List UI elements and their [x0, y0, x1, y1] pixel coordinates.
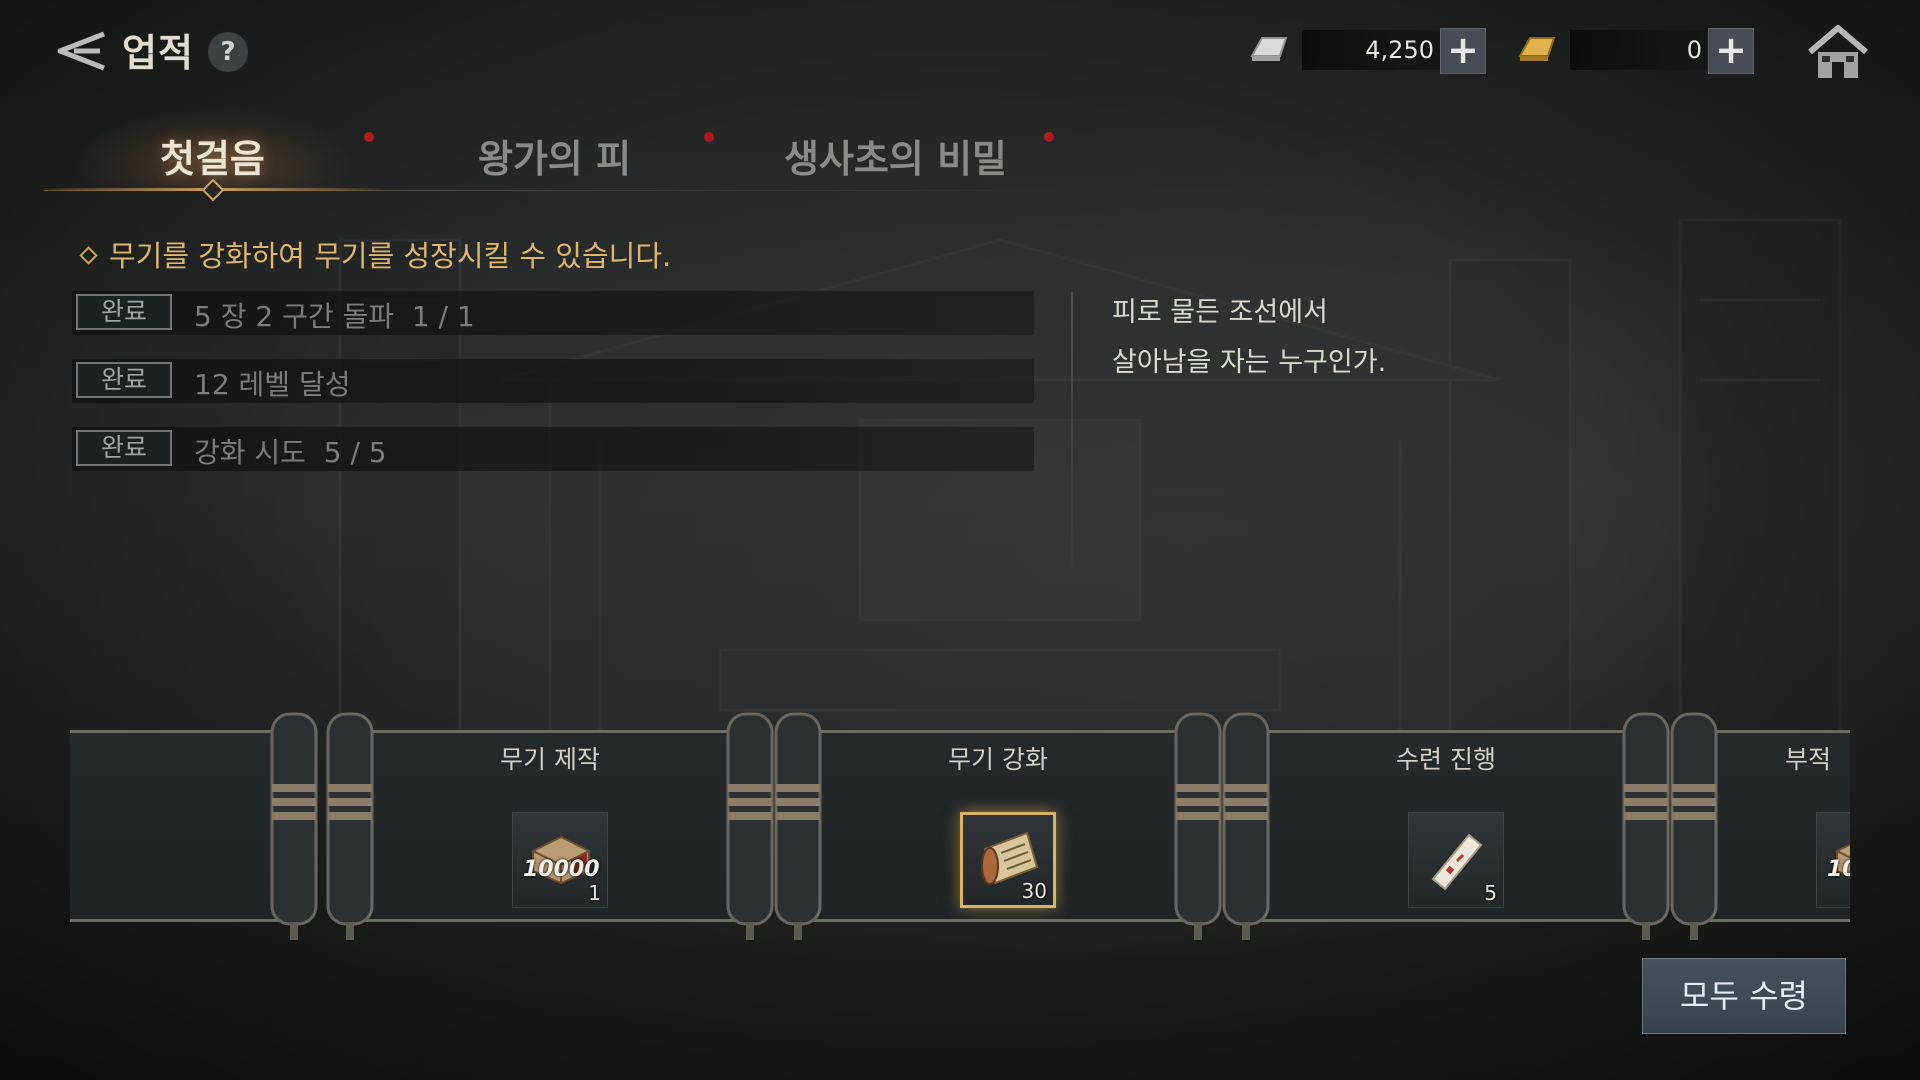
tab-first-steps[interactable]: 첫걸음 — [160, 128, 265, 183]
reward-card[interactable]: 수련 진행 5 — [1222, 700, 1670, 950]
reward-card-title: 무기 제작 — [500, 745, 600, 774]
reward-strip: 진행 5 무기 제작 10000 1 무기 강화 — [70, 700, 1850, 950]
story-line: 살아남을 자는 누구인가. — [1112, 347, 1387, 378]
silver-ingot-icon — [1250, 37, 1288, 61]
task-status-badge: 완료 — [76, 294, 172, 330]
reward-item-slot[interactable]: 10000 1 — [512, 812, 608, 908]
reward-card[interactable]: 무기 제작 10000 1 — [326, 700, 774, 950]
item-label: 10 — [1827, 857, 1850, 882]
item-label: 10000 — [523, 857, 600, 882]
scroll-roller-icon — [774, 712, 822, 940]
reward-card-title: 부적 — [1785, 745, 1832, 774]
item-count: 5 — [1484, 881, 1497, 905]
task-status-badge: 완료 — [76, 430, 172, 466]
story-line: 피로 물든 조선에서 — [1112, 297, 1328, 328]
scroll-roller-icon — [726, 712, 774, 940]
vertical-divider — [1071, 292, 1073, 592]
achievement-screen: 업적 ? 4,250 + 0 + 첫걸음 왕가의 피 생사초의 비밀 무기를 강… — [0, 0, 1920, 1080]
tab-alert-dot — [364, 132, 374, 142]
item-count: 30 — [1021, 879, 1047, 903]
gold-amount: 0 — [1570, 30, 1712, 70]
scroll-roller-icon — [1622, 712, 1670, 940]
claim-all-button[interactable]: 모두 수령 — [1642, 958, 1846, 1034]
task-text: 5 장 2 구간 돌파 1 / 1 — [194, 300, 475, 333]
silver-amount: 4,250 — [1302, 30, 1444, 70]
task-text: 강화 시도 5 / 5 — [194, 436, 387, 469]
silver-add-button[interactable]: + — [1440, 28, 1486, 74]
diamond-bullet-icon — [79, 245, 98, 265]
task-row: 완료 강화 시도 5 / 5 — [72, 427, 1034, 471]
scroll-roller-icon — [1174, 712, 1222, 940]
reward-item-slot[interactable]: 10 — [1816, 812, 1850, 908]
gold-add-button[interactable]: + — [1708, 28, 1754, 74]
quest-description-text: 무기를 강화하여 무기를 성장시킬 수 있습니다. — [109, 239, 672, 273]
reward-card[interactable]: 부적 10 — [1670, 700, 1850, 950]
scroll-roller-icon — [270, 712, 318, 940]
gold-ingot-icon — [1518, 37, 1556, 61]
scroll-roller-icon — [1670, 712, 1718, 940]
story-text: 피로 물든 조선에서 살아남을 자는 누구인가. — [1112, 288, 1386, 388]
reward-item-slot-selected[interactable]: 30 — [960, 812, 1056, 908]
page-title: 업적 — [122, 31, 194, 75]
scroll-roller-icon — [326, 712, 374, 940]
tab-alert-dot — [704, 132, 714, 142]
reward-card[interactable]: 진행 5 — [70, 700, 318, 950]
reward-card-title: 수련 진행 — [1396, 745, 1496, 774]
item-count: 1 — [588, 881, 601, 905]
reward-card-title: 무기 강화 — [948, 745, 1048, 774]
reward-card[interactable]: 무기 강화 30 — [774, 700, 1222, 950]
back-arrow-icon[interactable] — [52, 26, 112, 76]
scroll-roller-icon — [1222, 712, 1270, 940]
home-icon[interactable] — [1806, 22, 1870, 82]
task-row: 완료 5 장 2 구간 돌파 1 / 1 — [72, 291, 1034, 335]
help-button[interactable]: ? — [208, 32, 248, 72]
quest-description: 무기를 강화하여 무기를 성장시킬 수 있습니다. — [79, 233, 672, 275]
task-row: 완료 12 레벨 달성 — [72, 359, 1034, 403]
task-status-badge: 완료 — [76, 362, 172, 398]
achievement-tabs: 첫걸음 왕가의 피 생사초의 비밀 — [44, 108, 1084, 202]
reward-card-title: 진행 — [70, 740, 178, 776]
tab-alert-dot — [1044, 132, 1054, 142]
task-text: 12 레벨 달성 — [194, 368, 351, 401]
tab-herb-secret[interactable]: 생사초의 비밀 — [784, 128, 1007, 183]
reward-item-slot[interactable]: 5 — [1408, 812, 1504, 908]
tab-royal-blood[interactable]: 왕가의 피 — [478, 128, 631, 183]
